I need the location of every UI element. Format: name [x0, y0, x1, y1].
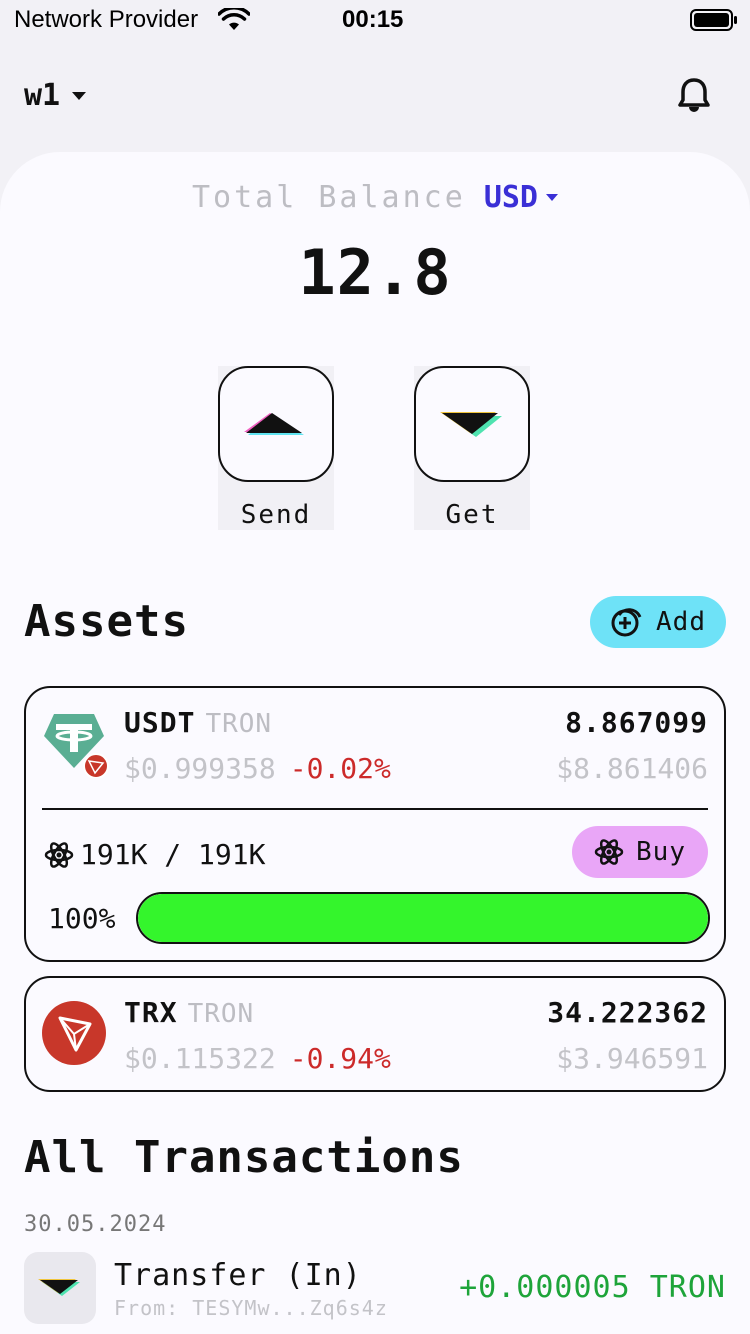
- header: w1: [0, 64, 750, 134]
- get-button-frame: [414, 366, 530, 482]
- battery-icon: [690, 8, 738, 37]
- energy-progress-bar: [136, 892, 710, 944]
- token-price-row: $0.115322 -0.94%: [124, 1042, 391, 1075]
- token-value: $3.946591: [556, 1042, 708, 1075]
- carrier-label: Network Provider: [14, 6, 199, 33]
- asset-card-trx[interactable]: TRX TRON $0.115322 -0.94% 34.222362 $3.946…: [24, 976, 726, 1092]
- token-value: $8.861406: [556, 752, 708, 785]
- get-label: Get: [445, 500, 499, 530]
- currency-selector[interactable]: USD: [484, 180, 558, 215]
- wifi-icon: [217, 6, 251, 37]
- send-arrow-icon: [244, 413, 304, 435]
- energy-atom-icon: [44, 841, 74, 868]
- token-amount: 8.867099: [565, 706, 708, 739]
- add-circle-icon: [611, 608, 642, 637]
- token-symbol-text: TRX: [124, 996, 178, 1029]
- energy-row: 191K / 191K: [44, 838, 265, 871]
- token-network: TRON: [205, 709, 273, 739]
- token-network: TRON: [187, 999, 255, 1029]
- token-symbol-text: USDT: [124, 706, 196, 739]
- token-change: -0.94%: [289, 1042, 391, 1075]
- transaction-date: 30.05.2024: [24, 1212, 167, 1237]
- wallet-name: w1: [24, 78, 61, 113]
- asset-card-usdt[interactable]: USDT TRON $0.999358 -0.02% 8.867099 $8.861…: [24, 686, 726, 962]
- token-price: $0.115322: [124, 1042, 276, 1075]
- transaction-title: Transfer (In): [114, 1258, 362, 1293]
- energy-progress-fill: [138, 894, 708, 942]
- token-price: $0.999358: [124, 752, 276, 785]
- send-label: Send: [240, 500, 312, 530]
- transaction-amount: +0.000005 TRON: [459, 1270, 726, 1305]
- add-asset-button[interactable]: Add: [590, 596, 726, 648]
- balance-header: Total Balance USD: [0, 180, 750, 215]
- clock: 00:15: [342, 6, 404, 33]
- get-arrow-icon: [440, 412, 502, 437]
- token-price-row: $0.999358 -0.02%: [124, 752, 391, 785]
- incoming-transfer-icon: [24, 1252, 96, 1324]
- energy-text: 191K / 191K: [80, 838, 266, 871]
- assets-title: Assets: [24, 596, 189, 647]
- energy-atom-icon: [594, 839, 624, 865]
- status-bar: Network Provider 00:15: [0, 0, 750, 44]
- token-amount: 34.222362: [547, 996, 708, 1029]
- buy-energy-button[interactable]: Buy: [572, 826, 708, 878]
- get-button[interactable]: Get: [414, 366, 530, 530]
- currency-label: USD: [483, 180, 538, 215]
- total-balance-label: Total Balance: [192, 180, 466, 215]
- bell-icon[interactable]: [676, 76, 712, 118]
- trx-icon: [42, 1000, 106, 1065]
- energy-percent: 100%: [48, 902, 116, 935]
- transactions-title: All Transactions: [24, 1132, 464, 1183]
- token-symbol: USDT TRON: [124, 706, 272, 739]
- divider: [42, 808, 708, 810]
- send-button[interactable]: Send: [218, 366, 334, 530]
- token-change: -0.02%: [289, 752, 391, 785]
- wallet-selector[interactable]: w1: [24, 78, 87, 113]
- chevron-down-icon: [72, 91, 87, 100]
- chevron-down-icon: [546, 194, 558, 201]
- transaction-row[interactable]: Transfer (In) From: TESYMw...Zq6s4z +0.0…: [24, 1252, 726, 1324]
- total-balance-value: 12.8: [298, 236, 452, 309]
- buy-label: Buy: [636, 837, 686, 867]
- token-symbol: TRX TRON: [124, 996, 254, 1029]
- usdt-icon: [42, 710, 109, 779]
- transaction-from: From: TESYMw...Zq6s4z: [114, 1296, 388, 1320]
- send-button-frame: [218, 366, 334, 482]
- add-label: Add: [656, 607, 706, 637]
